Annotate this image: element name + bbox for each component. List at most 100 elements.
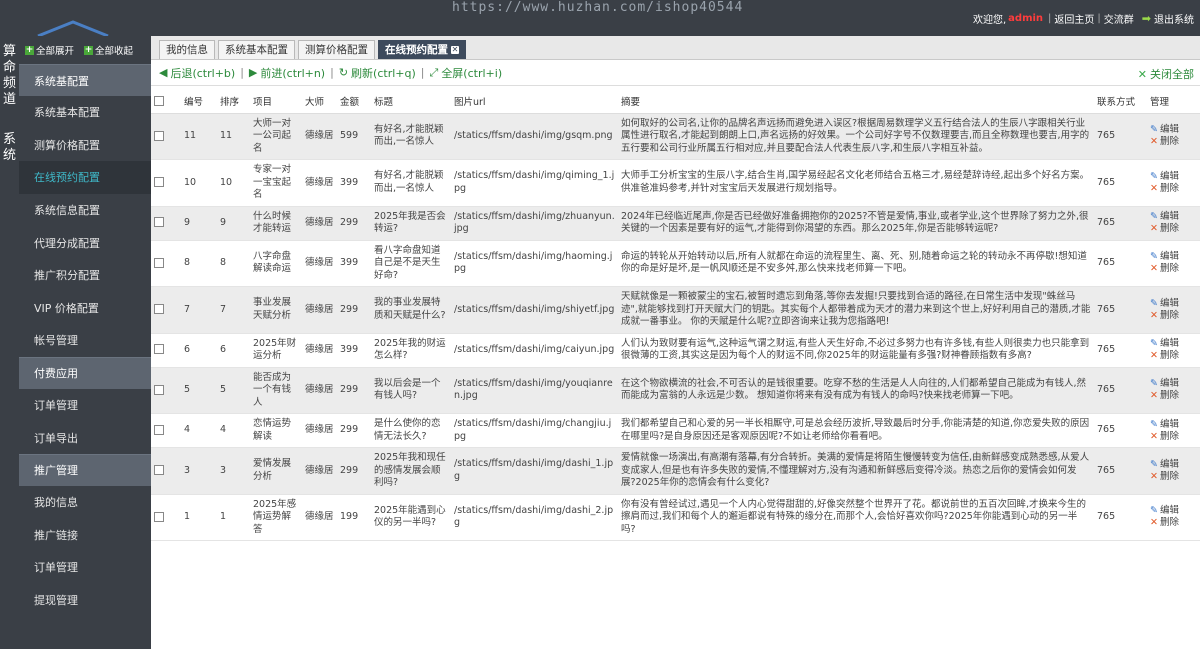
edit-button[interactable]: ✎ 编辑 — [1150, 251, 1197, 263]
delete-button[interactable]: ✕ 删除 — [1150, 136, 1197, 148]
pencil-icon: ✎ — [1150, 124, 1158, 136]
row-select-cell[interactable] — [151, 159, 181, 207]
sidebar-item-1-0[interactable]: 订单管理 — [19, 389, 151, 422]
delete-button[interactable]: ✕ 删除 — [1150, 310, 1197, 322]
delete-label: 删除 — [1159, 350, 1179, 361]
cell-master: 德缘居 — [302, 240, 337, 287]
pencil-icon: ✎ — [1150, 297, 1158, 309]
close-all-button[interactable]: ✕ 关闭全部 — [1138, 66, 1194, 82]
select-all-checkbox[interactable] — [154, 95, 164, 106]
cell-title: 2025年我和现任的感情发展会顺利吗? — [371, 447, 451, 495]
sidebar-item-0-1[interactable]: 测算价格配置 — [19, 129, 151, 162]
edit-button[interactable]: ✎ 编辑 — [1150, 124, 1197, 136]
sidebar-item-1-1[interactable]: 订单导出 — [19, 421, 151, 454]
cell-summary: 爱情就像一场演出,有高潮有落幕,有分合转折。美满的爱情是将陌生慢慢转变为信任,由… — [618, 447, 1094, 495]
delete-label: 删除 — [1159, 309, 1179, 321]
logout-link[interactable]: 退出系统 — [1154, 11, 1194, 26]
fullscreen-button[interactable]: ⤢ 全屏(ctrl+i) — [430, 65, 503, 81]
row-select-cell[interactable] — [151, 447, 181, 495]
tab-2[interactable]: 测算价格配置 — [298, 40, 375, 59]
row-select-cell[interactable] — [151, 333, 181, 368]
cell-title: 2025年能遇到心仪的另一半吗? — [371, 494, 451, 541]
logout-icon[interactable]: ➡ — [1142, 12, 1151, 25]
edit-button[interactable]: ✎ 编辑 — [1150, 338, 1197, 350]
edit-button[interactable]: ✎ 编辑 — [1150, 171, 1197, 183]
row-checkbox[interactable] — [154, 217, 164, 228]
row-checkbox[interactable] — [154, 304, 164, 314]
table-row: 11 11 大师一对一公司起名 德缘居 599 有好名,才能脱颖而出,一名惊人/stati… — [151, 113, 1200, 160]
row-select-cell[interactable] — [151, 240, 181, 287]
delete-button[interactable]: ✕ 删除 — [1150, 390, 1197, 402]
delete-button[interactable]: ✕ 删除 — [1150, 517, 1197, 529]
row-checkbox[interactable] — [154, 177, 164, 187]
delete-button[interactable]: ✕ 删除 — [1150, 431, 1197, 443]
delete-button[interactable]: ✕ 删除 — [1150, 263, 1197, 275]
refresh-button[interactable]: ↻ 刷新(ctrl+q) — [339, 65, 416, 81]
edit-button[interactable]: ✎ 编辑 — [1150, 505, 1197, 517]
cell-img: /statics/ffsm/dashi/img/youqianren.jpg — [451, 367, 618, 414]
row-checkbox[interactable] — [154, 257, 164, 268]
menu-group-0[interactable]: 系统基配置 — [19, 64, 151, 96]
row-select-cell[interactable] — [151, 413, 181, 448]
rail-system[interactable]: 系统 — [0, 132, 19, 164]
row-select-cell[interactable] — [151, 113, 181, 160]
sidebar-item-0-6[interactable]: VIP 价格配置 — [19, 292, 151, 325]
expand-all-button[interactable]: + 全部展开 — [25, 43, 74, 57]
forward-button[interactable]: ▶ 前进(ctrl+n) — [249, 65, 325, 81]
col-summary: 摘要 — [618, 89, 1094, 114]
cell-project: 专家一对一宝宝起名 — [250, 159, 302, 207]
home-link[interactable]: 返回主页 — [1054, 11, 1094, 26]
sidebar-item-0-7[interactable]: 帐号管理 — [19, 324, 151, 357]
sidebar-item-2-2[interactable]: 订单管理 — [19, 551, 151, 584]
edit-button[interactable]: ✎ 编辑 — [1150, 298, 1197, 310]
row-select-cell[interactable] — [151, 494, 181, 541]
collapse-all-button[interactable]: + 全部收起 — [84, 43, 133, 57]
sidebar-item-2-0[interactable]: 我的信息 — [19, 486, 151, 519]
cell-summary: 我们都希望自己和心爱的另一半长相厮守,可是总会经历波折,导致最后时分手,你能清楚… — [618, 413, 1094, 448]
sidebar-item-0-3[interactable]: 系统信息配置 — [19, 194, 151, 227]
cell-manage: ✎ 编辑 ✕ 删除 — [1147, 206, 1200, 241]
select-all-cell[interactable] — [151, 89, 181, 114]
sidebar-item-2-1[interactable]: 推广链接 — [19, 519, 151, 552]
row-select-cell[interactable] — [151, 286, 181, 334]
username[interactable]: admin — [1008, 13, 1043, 24]
row-select-cell[interactable] — [151, 206, 181, 241]
tab-0[interactable]: 我的信息 — [159, 40, 215, 59]
row-checkbox[interactable] — [154, 511, 164, 522]
sidebar-item-0-5[interactable]: 推广积分配置 — [19, 259, 151, 292]
edit-button[interactable]: ✎ 编辑 — [1150, 378, 1197, 390]
tab-1[interactable]: 系统基本配置 — [218, 40, 295, 59]
tab-close-icon[interactable]: ✕ — [451, 46, 459, 54]
row-select-cell[interactable] — [151, 367, 181, 414]
menu-group-2[interactable]: 推广管理 — [19, 453, 151, 486]
cell-master: 德缘居 — [302, 159, 337, 207]
rail-fortune-channel[interactable]: 算命频道 — [0, 44, 19, 108]
cell-summary: 你有没有曾经试过,遇见一个人内心觉得甜甜的,好像突然整个世界开了花。都说前世的五… — [618, 494, 1094, 541]
cell-sort: 10 — [217, 159, 250, 207]
sidebar-item-0-4[interactable]: 代理分成配置 — [19, 226, 151, 259]
row-checkbox[interactable] — [154, 344, 164, 355]
edit-button[interactable]: ✎ 编辑 — [1150, 419, 1197, 431]
edit-button[interactable]: ✎ 编辑 — [1150, 459, 1197, 471]
row-checkbox[interactable] — [154, 130, 164, 141]
row-checkbox[interactable] — [154, 465, 164, 475]
delete-button[interactable]: ✕ 删除 — [1150, 471, 1197, 483]
edit-button[interactable]: ✎ 编辑 — [1150, 211, 1197, 223]
delete-button[interactable]: ✕ 删除 — [1150, 350, 1197, 362]
cell-project: 事业发展天赋分析 — [250, 286, 302, 334]
row-checkbox[interactable] — [154, 384, 164, 395]
tab-3[interactable]: 在线预约配置 ✕ — [378, 40, 466, 59]
sidebar-item-0-0[interactable]: 系统基本配置 — [19, 96, 151, 129]
delete-button[interactable]: ✕ 删除 — [1150, 223, 1197, 235]
pencil-icon: ✎ — [1150, 505, 1158, 517]
cell-summary: 大师手工分析宝宝的生辰八字,结合生肖,国学易经起名文化老师结合五格三才,易经楚辞… — [618, 159, 1094, 207]
delete-button[interactable]: ✕ 删除 — [1150, 183, 1197, 195]
fullscreen-icon: ⤢ — [429, 65, 439, 79]
menu-group-1[interactable]: 付费应用 — [19, 356, 151, 389]
group-link[interactable]: 交流群 — [1104, 11, 1134, 26]
sidebar-item-0-2[interactable]: 在线预约配置 — [19, 161, 151, 194]
sidebar-item-2-3[interactable]: 提现管理 — [19, 584, 151, 617]
back-button[interactable]: ◀ 后退(ctrl+b) — [159, 65, 235, 81]
row-checkbox[interactable] — [154, 424, 164, 435]
cell-contact: 765 — [1094, 113, 1147, 160]
